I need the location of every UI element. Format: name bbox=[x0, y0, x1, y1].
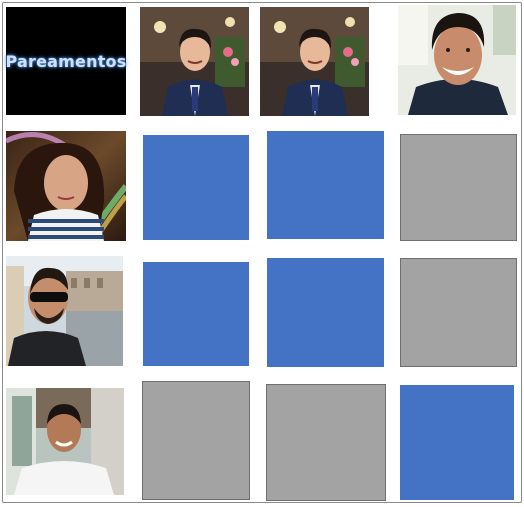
inactive-card bbox=[400, 258, 517, 367]
title-card: Pareamentos bbox=[6, 7, 126, 115]
face-down-card[interactable] bbox=[400, 385, 514, 500]
inactive-card bbox=[400, 134, 517, 241]
face-down-card[interactable] bbox=[267, 258, 384, 367]
card-photo-suit-boy-2[interactable] bbox=[260, 7, 369, 116]
face-down-card[interactable] bbox=[267, 131, 384, 239]
girl-rainbow-photo-icon bbox=[6, 131, 126, 241]
title-card-label: Pareamentos bbox=[5, 51, 127, 71]
man-sunglasses-photo-icon bbox=[6, 256, 123, 366]
card-photo-boy-white-shirt[interactable] bbox=[6, 388, 124, 495]
card-photo-suit-boy-1[interactable] bbox=[140, 7, 249, 116]
boy-white-shirt-photo-icon bbox=[6, 388, 124, 495]
suit-boy-photo-icon bbox=[140, 7, 249, 116]
card-photo-girl-rainbow[interactable] bbox=[6, 131, 126, 241]
smiling-man-photo-icon bbox=[398, 5, 516, 115]
face-down-card[interactable] bbox=[143, 135, 249, 240]
face-down-card[interactable] bbox=[143, 262, 249, 366]
card-photo-smiling-man[interactable] bbox=[398, 5, 516, 115]
suit-boy-photo-icon bbox=[260, 7, 369, 116]
inactive-card bbox=[266, 384, 386, 501]
inactive-card bbox=[142, 381, 250, 500]
memory-game-board: Pareamentos bbox=[2, 2, 522, 503]
card-photo-man-sunglasses[interactable] bbox=[6, 256, 123, 366]
